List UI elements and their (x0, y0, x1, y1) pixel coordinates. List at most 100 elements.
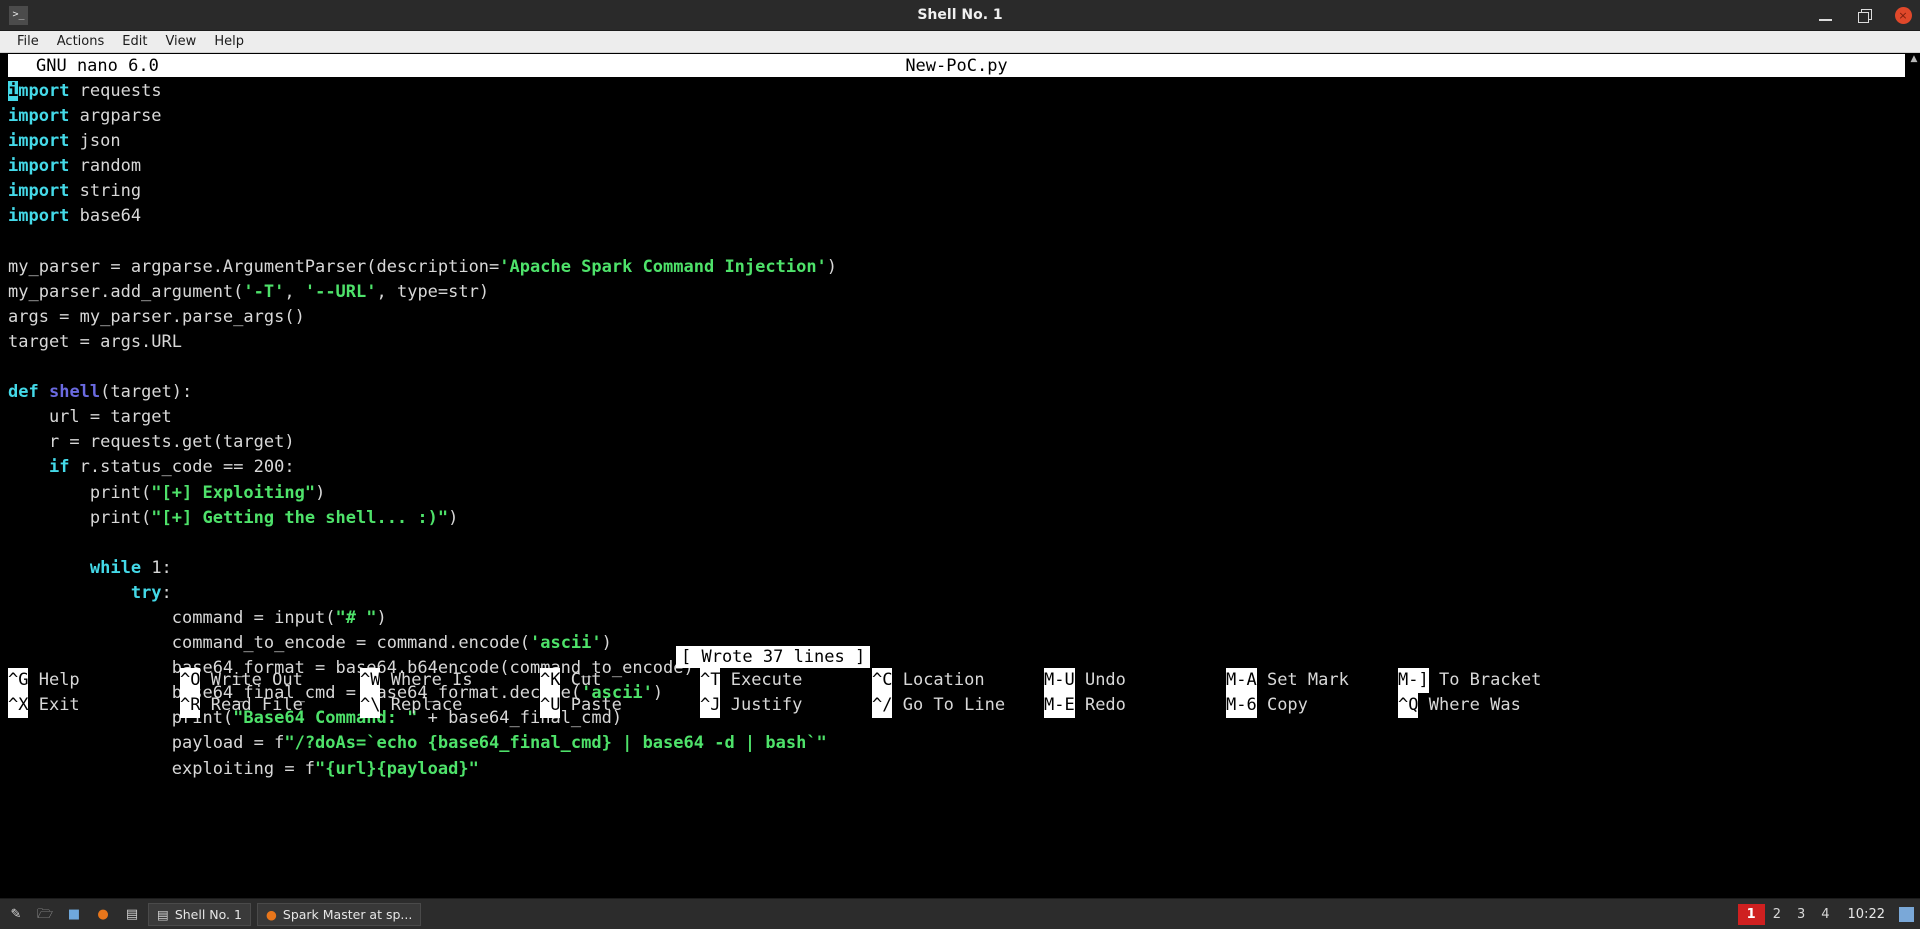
minimize-icon (1818, 18, 1832, 21)
system-taskbar: ✎ 🗁 ■ ● ▤ ▤ Shell No. 1 ● Spark Master a… (0, 898, 1920, 929)
nano-filename: New-PoC.py (905, 55, 1008, 76)
shortcut-undo[interactable]: M-U Undo (1044, 668, 1226, 693)
code-token: shell (48, 382, 101, 403)
code-token: url = target (8, 407, 172, 428)
pen-icon[interactable]: ✎ (6, 904, 26, 924)
code-line: import requests (8, 79, 1898, 104)
shortcut-key: ^X (8, 693, 29, 718)
taskbar-launchers: ✎ 🗁 ■ ● ▤ (0, 904, 142, 924)
code-line: args = my_parser.parse_args() (8, 305, 1898, 330)
code-line: print("[+] Exploiting") (8, 481, 1898, 506)
code-token: string (69, 181, 142, 202)
shortcut-redo[interactable]: M-E Redo (1044, 693, 1226, 718)
code-token: "{url}{payload}" (315, 758, 479, 779)
code-token: import (8, 106, 70, 127)
code-line: r = requests.get(target) (8, 430, 1898, 455)
code-token: ) (315, 482, 326, 503)
tray-indicator-icon[interactable] (1899, 906, 1914, 922)
terminal-area[interactable]: ▲ ▼ GNU nano 6.0 New-PoC.py import reque… (0, 53, 1920, 908)
task-button-spark[interactable]: ● Spark Master at sp... (256, 902, 422, 926)
firefox-icon[interactable]: ● (93, 904, 113, 924)
shortcut-go-to-line[interactable]: ^/ Go To Line (872, 693, 1044, 718)
shortcut-where-was[interactable]: ^Q Where Was (1398, 693, 1578, 718)
code-line: import json (8, 129, 1898, 154)
menu-help[interactable]: Help (205, 33, 253, 50)
shortcut-key: ^\ (360, 693, 381, 718)
workspace-4[interactable]: 4 (1813, 907, 1837, 922)
menu-edit[interactable]: Edit (113, 33, 156, 50)
task-button-shell-label: Shell No. 1 (174, 906, 242, 922)
code-token: def (8, 382, 39, 403)
workspace-1[interactable]: 1 (1737, 903, 1765, 925)
restore-button[interactable] (1853, 5, 1875, 27)
shortcut-copy[interactable]: M-6 Copy (1226, 693, 1398, 718)
clock[interactable]: 10:22 (1838, 907, 1895, 922)
shortcut-justify[interactable]: ^J Justify (700, 693, 872, 718)
shortcut-label: Paste (560, 695, 622, 715)
desktop-root: >_ Shell No. 1 × File Actions Edit View … (0, 0, 1920, 929)
workspace-3[interactable]: 3 (1789, 907, 1813, 922)
code-line: url = target (8, 405, 1898, 430)
code-line: if r.status_code == 200: (8, 455, 1898, 480)
close-button[interactable]: × (1892, 5, 1914, 27)
code-token: args = my_parser.parse_args() (8, 306, 305, 327)
shortcut-set-mark[interactable]: M-A Set Mark (1226, 668, 1398, 693)
code-token: ) (826, 256, 838, 277)
menu-file[interactable]: File (8, 33, 48, 50)
shortcut-key: ^J (700, 693, 721, 718)
shortcut-execute[interactable]: ^T Execute (700, 668, 872, 693)
code-token: "[+] Exploiting" (151, 482, 316, 503)
task-button-spark-label: Spark Master at sp... (282, 906, 413, 922)
code-token: print( (8, 507, 152, 528)
shortcut-where-is[interactable]: ^W Where Is (360, 668, 540, 693)
nano-status-message: [ Wrote 37 lines ] (676, 646, 871, 668)
terminal-scrollbar[interactable]: ▲ ▼ (1908, 53, 1920, 908)
shortcut-label: To Bracket (1428, 670, 1542, 690)
terminal-icon-launcher[interactable]: ▤ (122, 904, 142, 924)
menu-actions[interactable]: Actions (48, 33, 114, 50)
workspace-2[interactable]: 2 (1765, 907, 1789, 922)
shortcut-key: M-E (1044, 693, 1075, 718)
shortcut-cut[interactable]: ^K Cut (540, 668, 700, 693)
shortcut-key: ^/ (872, 693, 893, 718)
shortcut-write-out[interactable]: ^O Write Out (180, 668, 360, 693)
code-line: while 1: (8, 556, 1898, 581)
task-button-shell[interactable]: ▤ Shell No. 1 (148, 902, 251, 926)
code-token: , (284, 281, 305, 302)
scroll-up-icon[interactable]: ▲ (1909, 54, 1919, 64)
shortcut-read-file[interactable]: ^R Read File (180, 693, 360, 718)
window-controls: × (1814, 0, 1914, 31)
nano-title-bar: GNU nano 6.0 New-PoC.py (8, 54, 1905, 77)
nano-shortcut-bar: ^G Help ^O Write Out ^W Where Is ^K Cut ^T E… (8, 668, 1898, 718)
shortcut-label: Cut (560, 670, 602, 690)
shortcut-to-bracket[interactable]: M-] To Bracket (1398, 668, 1578, 693)
code-token: (target): (100, 382, 193, 403)
code-token: try (130, 582, 162, 603)
code-token: r.status_code == 200: (69, 457, 295, 478)
shortcut-label: Justify (720, 695, 803, 715)
shortcut-label: Go To Line (892, 695, 1006, 715)
close-icon: × (1894, 7, 1912, 24)
files-icon[interactable]: 🗁 (35, 904, 55, 924)
shortcut-label: Redo (1074, 695, 1126, 715)
code-token: exploiting = f (8, 758, 316, 779)
shortcut-key: ^C (872, 668, 893, 693)
shortcut-exit[interactable]: ^X Exit (8, 693, 180, 718)
shortcut-replace[interactable]: ^\ Replace (360, 693, 540, 718)
minimize-button[interactable] (1814, 5, 1836, 27)
menu-view[interactable]: View (156, 33, 205, 50)
shortcut-label: Execute (720, 670, 803, 690)
shortcut-paste[interactable]: ^U Paste (540, 693, 700, 718)
shortcut-help[interactable]: ^G Help (8, 668, 180, 693)
code-line: target = args.URL (8, 330, 1898, 355)
shortcut-label: Set Mark (1256, 670, 1349, 690)
shortcut-key: M-] (1398, 668, 1429, 693)
shortcut-location[interactable]: ^C Location (872, 668, 1044, 693)
code-token: if (48, 457, 70, 478)
editor-icon[interactable]: ■ (64, 904, 84, 924)
